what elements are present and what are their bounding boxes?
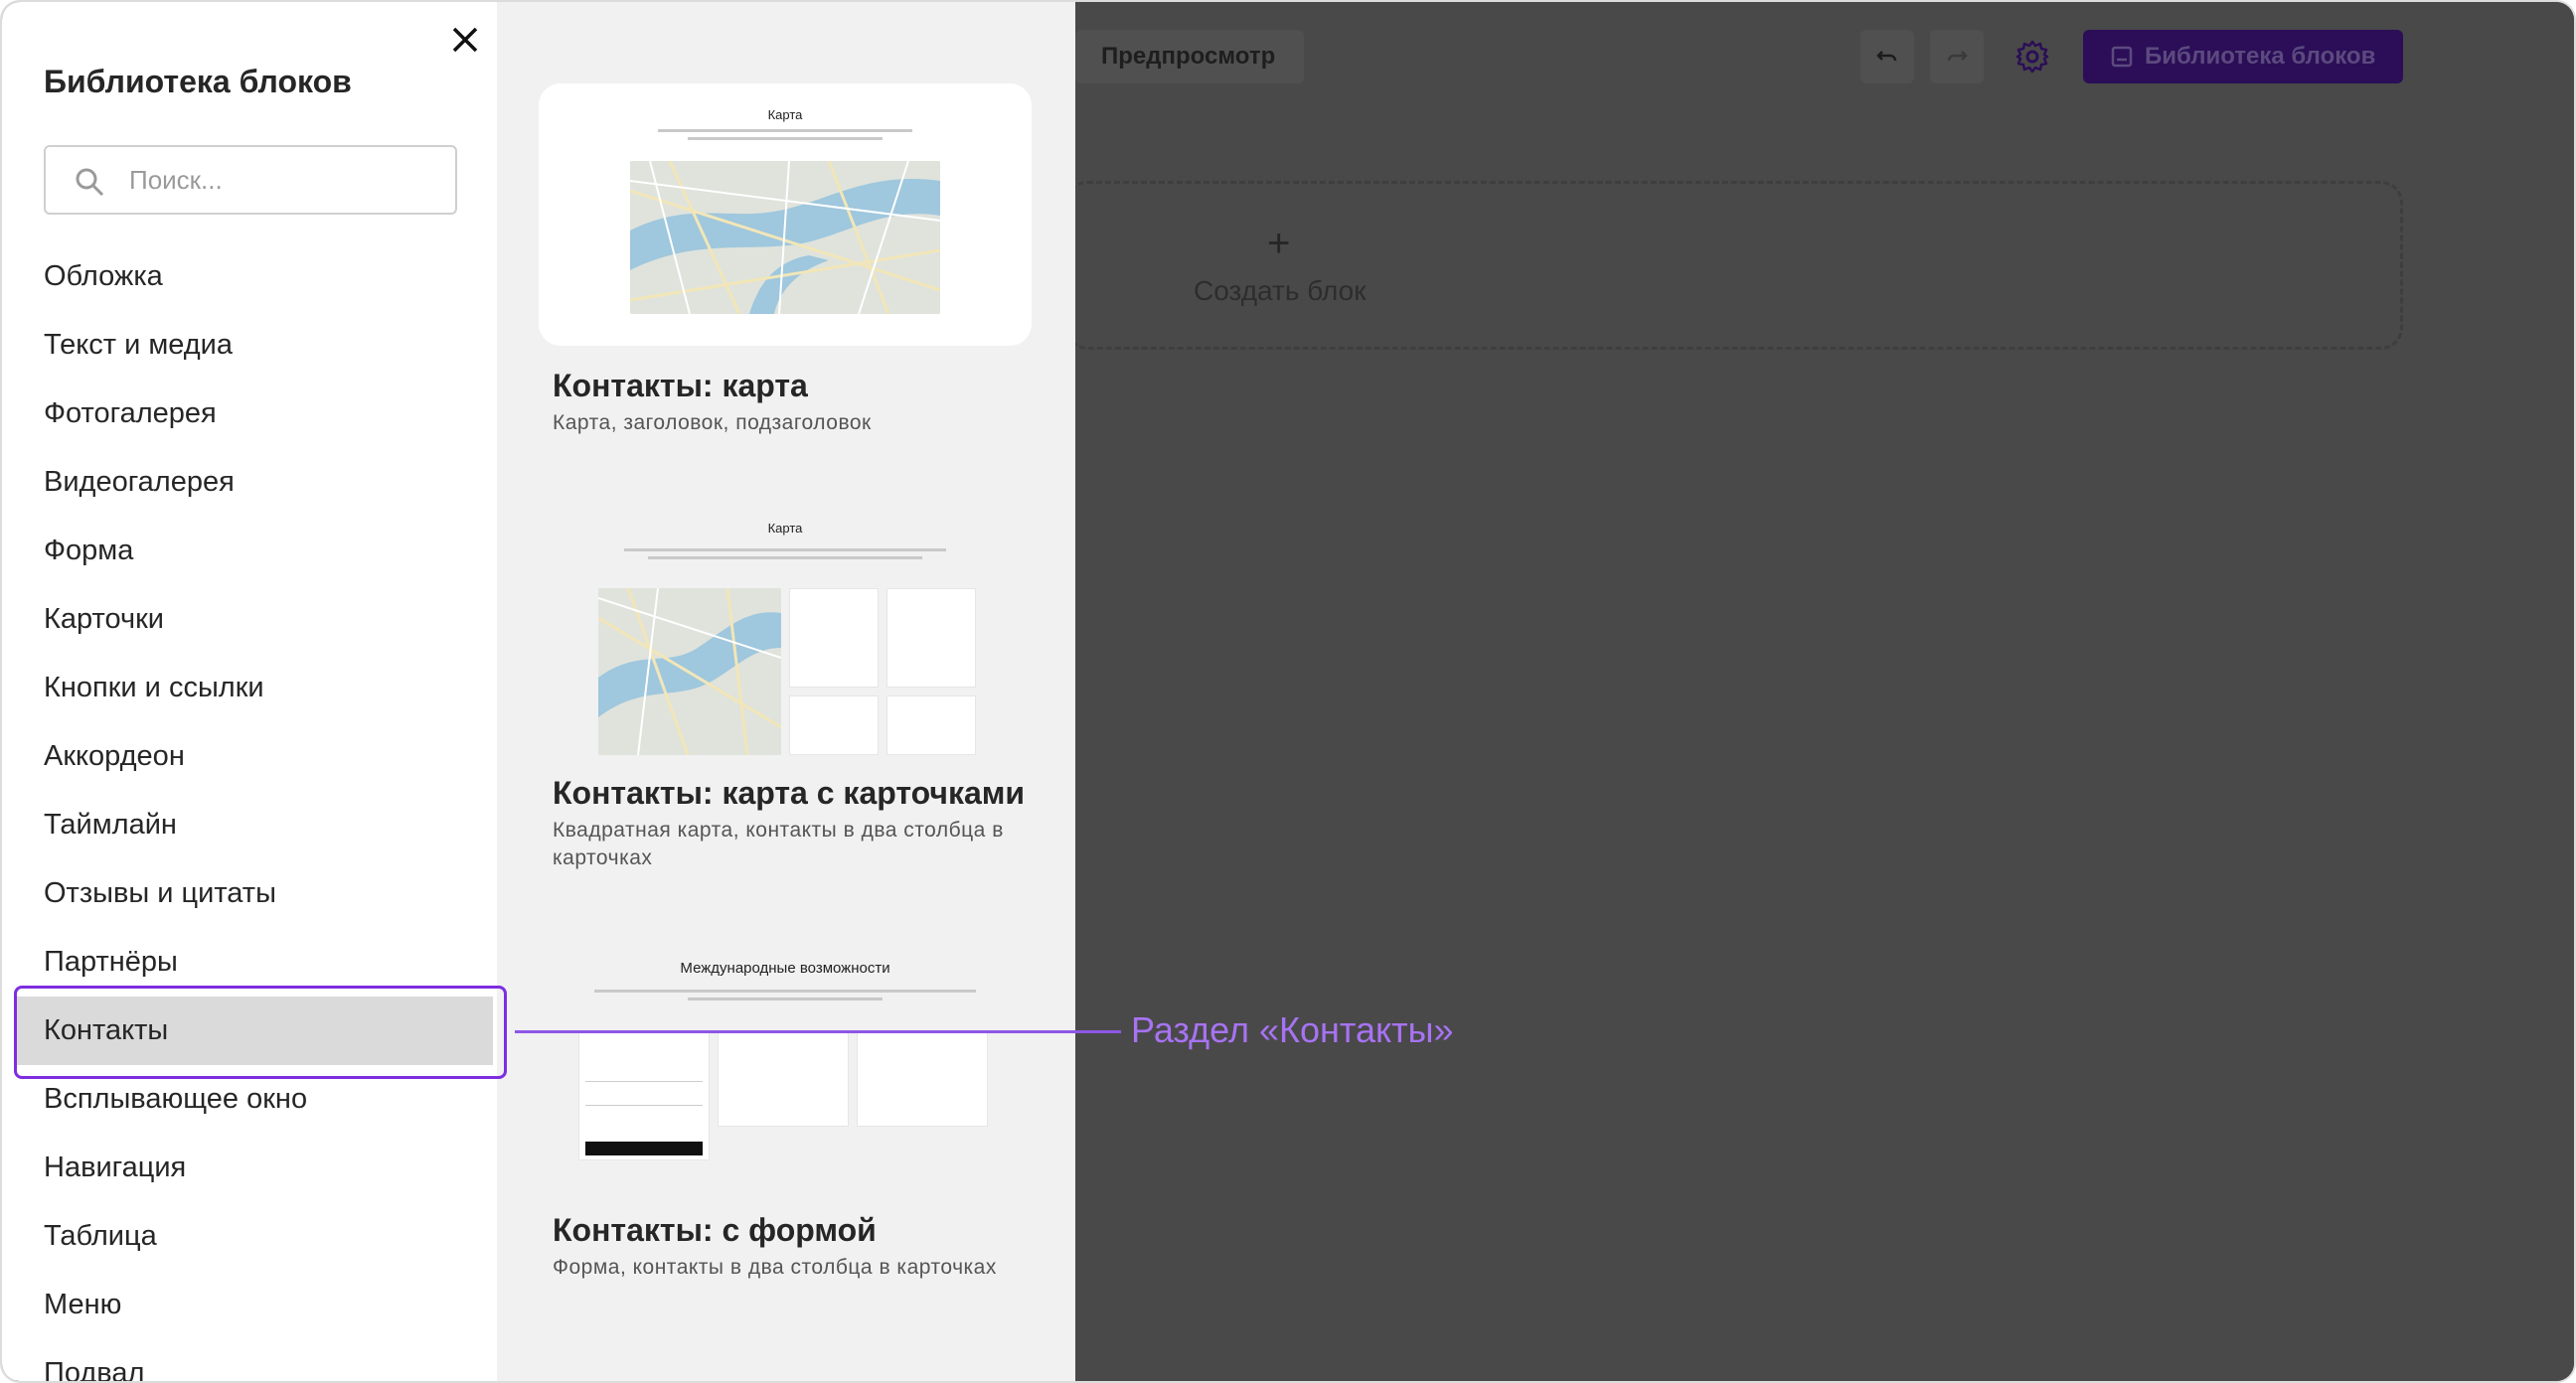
category-label: Карточки	[44, 603, 164, 635]
editor-area: Предпросмотр Библиотека блоков + Создать…	[1065, 2, 2574, 1381]
contact-card	[789, 588, 879, 688]
category-item-accordion[interactable]: Аккордеон	[2, 722, 497, 791]
form-card	[578, 1031, 710, 1160]
contact-card	[886, 695, 976, 755]
close-button[interactable]	[441, 16, 489, 64]
category-label: Аккордеон	[44, 740, 185, 772]
gear-icon	[2015, 40, 2049, 74]
block-title: Контакты: с формой	[553, 1212, 877, 1248]
create-block-label: Создать блок	[1194, 275, 1367, 306]
category-label: Видеогалерея	[44, 466, 235, 498]
undo-icon	[1876, 51, 1897, 62]
category-item-text-media[interactable]: Текст и медиа	[2, 311, 497, 380]
undo-button[interactable]	[1860, 30, 1914, 83]
create-block-area[interactable]: + Создать блок	[1065, 181, 2403, 350]
category-item-navigation[interactable]: Навигация	[2, 1134, 497, 1202]
preview-heading: Карта	[767, 521, 803, 536]
contact-card	[789, 695, 879, 755]
redo-button[interactable]	[1930, 30, 1984, 83]
block-description: Карта, заголовок, подзаголовок	[553, 411, 872, 434]
preview-heading: Международные возможности	[680, 960, 890, 977]
block-gallery: Карта Контакты: карта Карта, заголовок, …	[497, 2, 1075, 1381]
category-item-cover[interactable]: Обложка	[2, 242, 497, 311]
map-thumbnail	[598, 588, 781, 755]
category-list: Обложка Текст и медиа Фотогалерея Видеог…	[2, 242, 497, 1383]
category-label: Меню	[44, 1289, 122, 1320]
preview-text-line	[688, 137, 883, 140]
contact-card	[857, 1031, 988, 1127]
category-item-reviews-quotes[interactable]: Отзывы и цитаты	[2, 859, 497, 928]
block-description: Квадратная карта, контакты в два столбца…	[553, 819, 1004, 869]
sidebar-title: Библиотека блоков	[44, 64, 352, 99]
form-field-thumbnail	[585, 1072, 703, 1082]
close-icon	[452, 27, 478, 53]
category-item-photo-gallery[interactable]: Фотогалерея	[2, 380, 497, 448]
category-item-contacts[interactable]: Контакты	[16, 997, 493, 1065]
block-title: Контакты: карта	[553, 368, 808, 403]
block-library-button-label: Библиотека блоков	[2145, 43, 2376, 70]
category-label: Таблица	[44, 1220, 157, 1252]
preview-text-line	[658, 129, 912, 132]
form-field-thumbnail	[585, 1096, 703, 1106]
category-item-popup[interactable]: Всплывающее окно	[2, 1065, 497, 1134]
category-item-buttons-links[interactable]: Кнопки и ссылки	[2, 654, 497, 722]
search-input[interactable]	[129, 147, 447, 213]
category-item-video-gallery[interactable]: Видеогалерея	[2, 448, 497, 517]
category-label: Фотогалерея	[44, 397, 217, 429]
preview-text-line	[624, 548, 946, 551]
category-label: Отзывы и цитаты	[44, 877, 276, 909]
app-frame: Предпросмотр Библиотека блоков + Создать…	[0, 0, 2576, 1383]
block-description: Форма, контакты в два столбца в карточка…	[553, 1256, 997, 1279]
plus-icon: +	[1267, 222, 1291, 265]
library-icon	[2111, 46, 2133, 68]
category-item-timeline[interactable]: Таймлайн	[2, 791, 497, 859]
category-label: Всплывающее окно	[44, 1083, 308, 1115]
contact-card	[886, 588, 976, 688]
category-label: Партнёры	[44, 946, 178, 978]
category-item-table[interactable]: Таблица	[2, 1202, 497, 1271]
redo-icon	[1947, 51, 1968, 62]
callout-line	[515, 1030, 1121, 1033]
category-item-footer[interactable]: Подвал	[2, 1339, 497, 1383]
preview-heading: Карта	[767, 107, 803, 122]
category-label: Обложка	[44, 260, 163, 292]
block-preview-contacts-map[interactable]: Карта	[539, 83, 1032, 346]
category-label: Навигация	[44, 1152, 187, 1183]
search-box	[44, 145, 457, 215]
search-icon	[76, 168, 104, 197]
category-label: Кнопки и ссылки	[44, 672, 264, 703]
map-thumbnail	[630, 161, 940, 314]
block-library-sidebar: Библиотека блоков Обложка Текст и медиа …	[2, 2, 497, 1383]
category-item-menu[interactable]: Меню	[2, 1271, 497, 1339]
preview-text-line	[648, 556, 922, 559]
preview-text-line	[688, 998, 883, 1000]
category-item-form[interactable]: Форма	[2, 517, 497, 585]
callout-label: Раздел «Контакты»	[1131, 1009, 1454, 1050]
block-title: Контакты: карта с карточками	[553, 775, 1026, 811]
contact-card	[718, 1031, 849, 1127]
category-item-cards[interactable]: Карточки	[2, 585, 497, 654]
block-library-button[interactable]: Библиотека блоков	[2083, 30, 2403, 83]
preview-text-line	[594, 990, 976, 993]
settings-button[interactable]	[2008, 32, 2057, 81]
category-label: Таймлайн	[44, 809, 177, 841]
preview-button[interactable]: Предпросмотр	[1075, 30, 1304, 83]
form-submit-thumbnail	[585, 1142, 703, 1155]
category-label: Текст и медиа	[44, 329, 234, 361]
preview-button-label: Предпросмотр	[1101, 43, 1276, 70]
block-preview-contacts-form[interactable]: Международные возможности	[539, 946, 1032, 1164]
category-label: Контакты	[44, 1014, 169, 1046]
block-preview-contacts-map-cards[interactable]: Карта	[539, 507, 1032, 767]
category-label: Форма	[44, 535, 134, 566]
category-label: Подвал	[44, 1357, 145, 1383]
category-item-partners[interactable]: Партнёры	[2, 928, 497, 997]
